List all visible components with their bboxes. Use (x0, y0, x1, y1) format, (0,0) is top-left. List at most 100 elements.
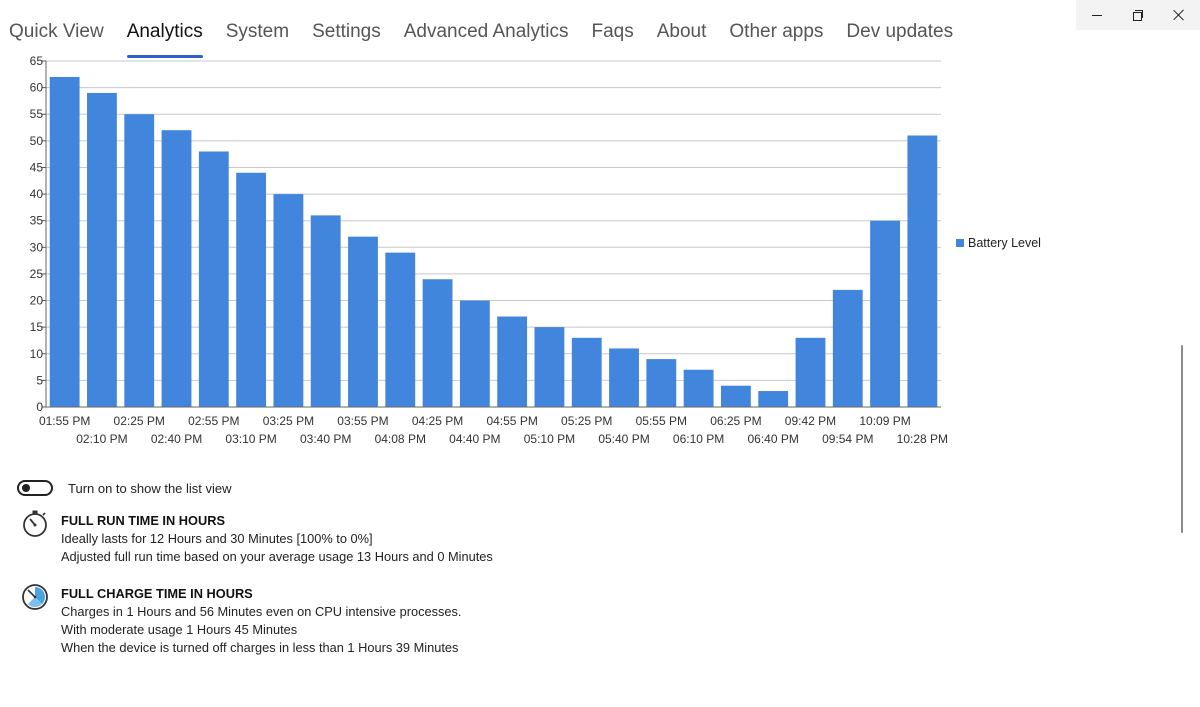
x-tick-label: 06:40 PM (748, 432, 799, 446)
x-tick-label: 02:55 PM (188, 414, 239, 428)
y-tick-label: 10 (30, 347, 44, 361)
x-tick-label: 02:25 PM (114, 414, 165, 428)
list-view-toggle-label: Turn on to show the list view (68, 480, 232, 496)
battery-bar (273, 194, 304, 407)
tab-advanced-analytics[interactable]: Advanced Analytics (404, 18, 569, 54)
run-time-text: FULL RUN TIME IN HOURS Ideally lasts for… (61, 512, 493, 566)
battery-bar (422, 279, 453, 407)
list-view-toggle[interactable] (17, 480, 53, 496)
minimize-button[interactable] (1076, 0, 1117, 30)
battery-bar (720, 385, 751, 407)
x-tick-label: 05:25 PM (561, 414, 612, 428)
y-tick-label: 25 (30, 267, 44, 281)
tab-faqs[interactable]: Faqs (592, 18, 634, 54)
stopwatch-icon (23, 510, 47, 537)
y-tick-label: 20 (30, 294, 44, 308)
tab-analytics[interactable]: Analytics (126, 18, 203, 58)
battery-bar (198, 151, 229, 407)
legend-label: Battery Level (968, 236, 1041, 250)
close-button[interactable] (1159, 0, 1200, 30)
chart-legend: Battery Level (956, 236, 1041, 250)
tab-settings[interactable]: Settings (312, 18, 381, 54)
y-tick-label: 30 (30, 240, 44, 254)
battery-bar (758, 391, 789, 407)
battery-bar (310, 215, 341, 407)
y-tick-label: 40 (30, 187, 44, 201)
x-tick-label: 03:25 PM (263, 414, 314, 428)
x-tick-label: 09:42 PM (785, 414, 836, 428)
x-tick-label: 04:08 PM (375, 432, 426, 446)
charge-time-line-cpu: Charges in 1 Hours and 56 Minutes even o… (61, 604, 462, 619)
run-time-line-adjusted: Adjusted full run time based on your ave… (61, 549, 493, 564)
x-tick-label: 04:25 PM (412, 414, 463, 428)
x-tick-label: 03:55 PM (337, 414, 388, 428)
battery-bar (646, 359, 677, 407)
x-tick-label: 05:55 PM (636, 414, 687, 428)
x-tick-label: 04:40 PM (449, 432, 500, 446)
charge-time-title: FULL CHARGE TIME IN HOURS (61, 586, 253, 601)
battery-bar (49, 76, 80, 407)
x-tick-label: 10:09 PM (859, 414, 910, 428)
battery-bar (870, 220, 900, 407)
x-tick-label: 01:55 PM (39, 414, 90, 428)
battery-bar (459, 300, 490, 407)
charge-time-line-off: When the device is turned off charges in… (61, 640, 459, 655)
battery-bar (497, 316, 528, 407)
tab-quick-view[interactable]: Quick View (9, 18, 104, 54)
restore-button[interactable] (1117, 0, 1158, 30)
run-time-line-ideal: Ideally lasts for 12 Hours and 30 Minute… (61, 531, 373, 546)
x-tick-label: 10:28 PM (897, 432, 948, 446)
battery-bar (795, 337, 826, 407)
charge-time-text: FULL CHARGE TIME IN HOURS Charges in 1 H… (61, 585, 461, 657)
battery-bar (683, 369, 714, 407)
x-tick-label: 03:40 PM (300, 432, 351, 446)
window-controls (1076, 0, 1200, 30)
vertical-scrollbar[interactable] (1181, 345, 1183, 533)
x-tick-label: 09:54 PM (822, 432, 873, 446)
y-tick-label: 15 (30, 320, 44, 334)
battery-bar (87, 92, 117, 407)
x-tick-label: 03:10 PM (225, 432, 276, 446)
battery-bar (348, 236, 378, 407)
x-tick-label: 02:10 PM (76, 432, 127, 446)
minimize-icon (1091, 14, 1102, 16)
y-tick-label: 50 (30, 134, 44, 148)
y-tick-label: 55 (30, 107, 44, 121)
battery-bar (571, 337, 602, 407)
chart-bars (49, 76, 938, 407)
x-tick-label: 02:40 PM (151, 432, 202, 446)
y-tick-label: 60 (30, 81, 44, 95)
tab-other-apps[interactable]: Other apps (729, 18, 823, 54)
y-tick-label: 45 (30, 160, 44, 174)
x-tick-label: 05:40 PM (598, 432, 649, 446)
y-tick-label: 5 (36, 373, 43, 387)
x-tick-label: 05:10 PM (524, 432, 575, 446)
battery-bar (534, 327, 565, 407)
x-tick-label: 06:25 PM (710, 414, 761, 428)
battery-bar (832, 289, 863, 407)
list-view-toggle-row: Turn on to show the list view (17, 480, 232, 496)
x-tick-label: 04:55 PM (486, 414, 537, 428)
battery-bar (161, 130, 192, 407)
main-tabs: Quick View Analytics System Settings Adv… (9, 18, 976, 58)
tab-about[interactable]: About (657, 18, 707, 54)
tab-dev-updates[interactable]: Dev updates (846, 18, 953, 54)
y-tick-label: 35 (30, 214, 44, 228)
close-icon (1173, 9, 1185, 21)
battery-level-chart: 0 5 10 15 20 25 30 35 40 45 50 55 60 65 01:55 PM 02:10 … (30, 54, 948, 446)
battery-bar (236, 172, 267, 407)
battery-bar (609, 348, 639, 407)
toggle-knob (22, 484, 30, 492)
legend-swatch (956, 239, 964, 247)
battery-bar (124, 114, 155, 407)
tab-system[interactable]: System (226, 18, 289, 54)
timer-icon (22, 584, 48, 610)
charge-time-line-moderate: With moderate usage 1 Hours 45 Minutes (61, 622, 298, 637)
x-tick-label: 06:10 PM (673, 432, 724, 446)
battery-bar (907, 135, 938, 407)
run-time-title: FULL RUN TIME IN HOURS (61, 513, 225, 528)
restore-icon (1132, 10, 1143, 21)
y-tick-label: 0 (36, 400, 43, 414)
y-tick-label: 65 (30, 54, 44, 68)
battery-bar (385, 252, 416, 407)
